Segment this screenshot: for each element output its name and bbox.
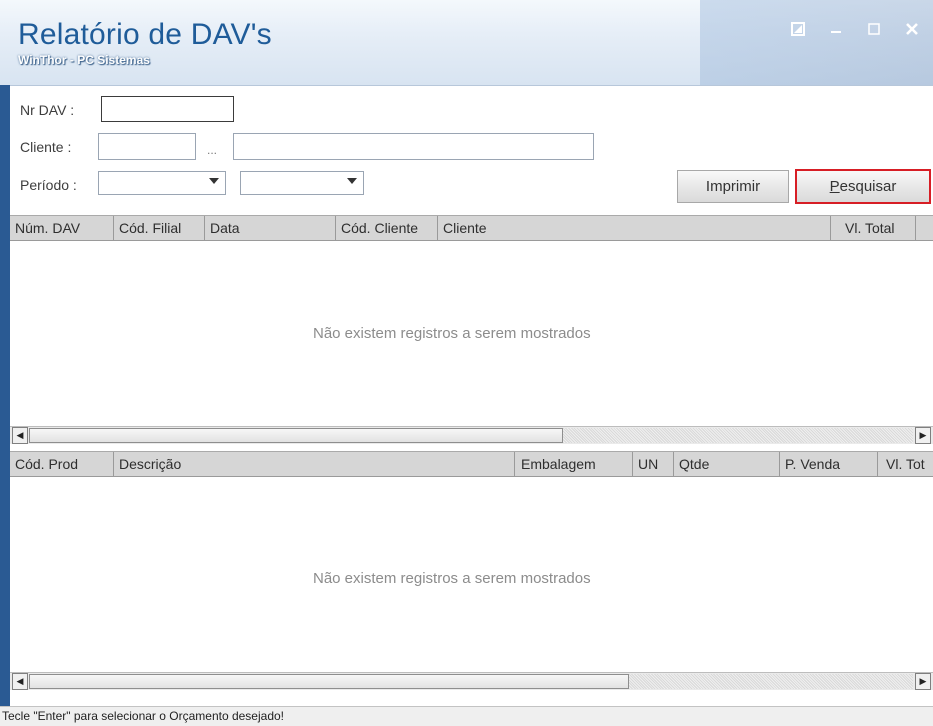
report-window: Relatório de DAV's WinThor - PC Sistemas… (0, 0, 933, 726)
scroll-right-icon[interactable]: ▶ (915, 673, 931, 690)
column-descricao[interactable]: Descrição (114, 452, 515, 476)
items-grid-header: Cód. Prod Descrição Embalagem UN Qtde P.… (10, 451, 933, 477)
dav-grid-hscrollbar[interactable]: ◀ ▶ (10, 426, 933, 444)
scroll-left-icon[interactable]: ◀ (12, 427, 28, 444)
pesquisar-hotkey: P (829, 178, 840, 195)
column-p-venda[interactable]: P. Venda (780, 452, 878, 476)
cliente-name-input[interactable] (233, 133, 594, 160)
column-cliente-label: Cliente (443, 220, 487, 236)
window-subtitle: WinThor - PC Sistemas (18, 53, 150, 67)
maximize-icon[interactable] (863, 18, 885, 40)
title-bar-glow (700, 0, 933, 85)
column-data[interactable]: Data (205, 216, 336, 240)
window-frame-left (0, 85, 10, 726)
periodo-end-select[interactable] (240, 171, 364, 195)
dav-grid-header: Núm. DAV Cód. Filial Data Cód. Cliente C… (10, 215, 933, 241)
imprimir-button[interactable]: Imprimir (677, 170, 789, 203)
scroll-thumb[interactable] (29, 674, 629, 689)
chevron-down-icon (209, 178, 219, 184)
column-un[interactable]: UN (633, 452, 674, 476)
column-vl-tot[interactable]: Vl. Tot (878, 452, 933, 476)
close-icon[interactable] (901, 18, 923, 40)
column-qtde[interactable]: Qtde (674, 452, 780, 476)
minimize-icon[interactable] (825, 18, 847, 40)
status-bar: Tecle "Enter" para selecionar o Orçament… (0, 706, 933, 726)
title-bar: Relatório de DAV's WinThor - PC Sistemas (0, 0, 933, 86)
scroll-track[interactable] (563, 428, 913, 443)
items-grid-empty-message: Não existem registros a serem mostrados (313, 570, 591, 587)
pesquisar-button[interactable]: Pesquisar (795, 169, 931, 204)
scroll-track[interactable] (629, 674, 913, 689)
window-title: Relatório de DAV's (18, 18, 272, 51)
window-controls (787, 18, 933, 40)
column-filler (916, 216, 933, 240)
nr-dav-input[interactable] (101, 96, 234, 122)
dav-grid-empty-message: Não existem registros a serem mostrados (313, 325, 591, 342)
column-cod-cliente[interactable]: Cód. Cliente (336, 216, 438, 240)
cliente-code-input[interactable] (98, 133, 196, 160)
column-embalagem[interactable]: Embalagem (515, 452, 633, 476)
column-cliente[interactable]: Cliente (438, 216, 831, 240)
cliente-lookup-button[interactable]: ... (207, 143, 217, 157)
scroll-right-icon[interactable]: ▶ (915, 427, 931, 444)
cliente-label: Cliente : (20, 139, 72, 155)
column-cod-prod[interactable]: Cód. Prod (10, 452, 114, 476)
pesquisar-label: esquisar (839, 178, 897, 195)
scroll-thumb[interactable] (29, 428, 563, 443)
column-vl-total[interactable]: Vl. Total (831, 216, 916, 240)
scroll-left-icon[interactable]: ◀ (12, 673, 28, 690)
chevron-down-icon (347, 178, 357, 184)
items-grid-hscrollbar[interactable]: ◀ ▶ (10, 672, 933, 690)
nr-dav-label: Nr DAV : (20, 102, 75, 118)
periodo-label: Período : (20, 177, 77, 193)
restore-icon[interactable] (787, 18, 809, 40)
periodo-start-select[interactable] (98, 171, 226, 195)
column-num-dav[interactable]: Núm. DAV (10, 216, 114, 240)
column-cod-filial[interactable]: Cód. Filial (114, 216, 205, 240)
